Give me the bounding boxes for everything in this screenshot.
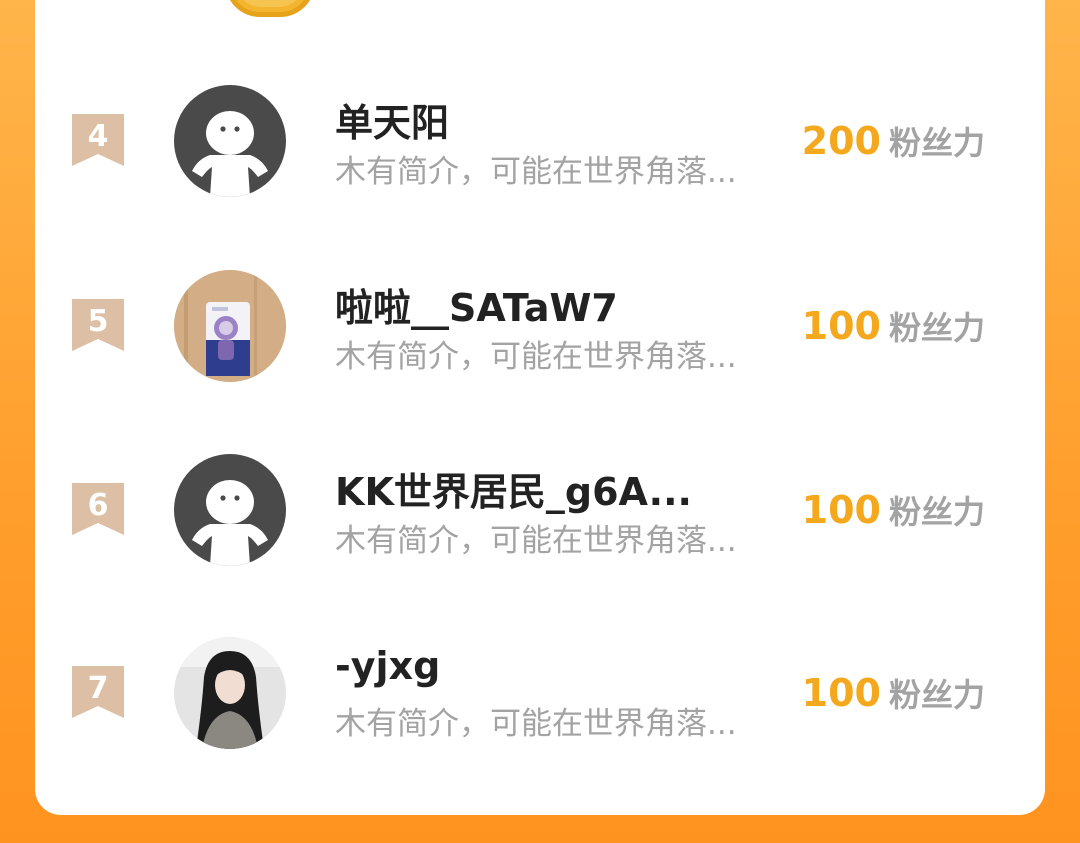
avatar[interactable]	[174, 454, 286, 566]
score-unit: 粉丝力	[888, 493, 985, 531]
score-unit: 粉丝力	[888, 309, 985, 347]
avatar[interactable]	[174, 637, 286, 749]
rank-number: 5	[87, 304, 109, 339]
score-unit: 粉丝力	[888, 124, 985, 162]
ranking-row[interactable]: 6 KK世界居民_g6A... 木有简介，可能在世界角落... 100 粉丝力	[35, 449, 1045, 569]
default-avatar-icon	[174, 454, 286, 566]
ranking-row[interactable]: 5 啦啦__SATaW7 木有简介，可能在世界角落... 100 粉丝力	[35, 265, 1045, 385]
user-name[interactable]: 单天阳	[335, 92, 449, 147]
rank-number: 6	[87, 488, 109, 523]
fan-power-score: 200 粉丝力	[802, 118, 985, 164]
avatar[interactable]	[174, 270, 286, 382]
rank-badge: 7	[72, 666, 124, 718]
user-name[interactable]: 啦啦__SATaW7	[335, 277, 618, 332]
user-bio: 木有简介，可能在世界角落...	[335, 154, 737, 190]
user-name[interactable]: KK世界居民_g6A...	[335, 461, 692, 516]
score-unit: 粉丝力	[888, 676, 985, 714]
rank-badge: 5	[72, 299, 124, 351]
score-value: 100	[801, 304, 881, 348]
user-bio: 木有简介，可能在世界角落...	[335, 706, 737, 742]
ranking-card: 4 单天阳 木有简介，可能在世界角落... 200 粉丝力 5 啦啦__SATa…	[35, 0, 1045, 815]
ranking-row[interactable]: 4 单天阳 木有简介，可能在世界角落... 200 粉丝力	[35, 80, 1045, 200]
rank-number: 7	[87, 671, 109, 706]
score-value: 100	[801, 671, 881, 715]
fan-power-score: 100 粉丝力	[802, 303, 985, 349]
avatar-partial-top[interactable]	[225, 0, 315, 17]
rank-badge: 4	[72, 114, 124, 166]
fan-power-score: 100 粉丝力	[802, 487, 985, 533]
ranking-row[interactable]: 7 -yjxg 木有简介，可能在世界角落... 100 粉丝力	[35, 632, 1045, 752]
score-value: 200	[801, 119, 881, 163]
rank-number: 4	[87, 119, 109, 154]
user-bio: 木有简介，可能在世界角落...	[335, 339, 737, 375]
user-bio: 木有简介，可能在世界角落...	[335, 523, 737, 559]
user-name[interactable]: -yjxg	[335, 644, 440, 688]
score-value: 100	[801, 488, 881, 532]
photo-avatar	[174, 270, 286, 382]
default-avatar-icon	[174, 85, 286, 197]
avatar[interactable]	[174, 85, 286, 197]
rank-badge: 6	[72, 483, 124, 535]
fan-power-score: 100 粉丝力	[802, 670, 985, 716]
photo-avatar	[174, 637, 286, 749]
